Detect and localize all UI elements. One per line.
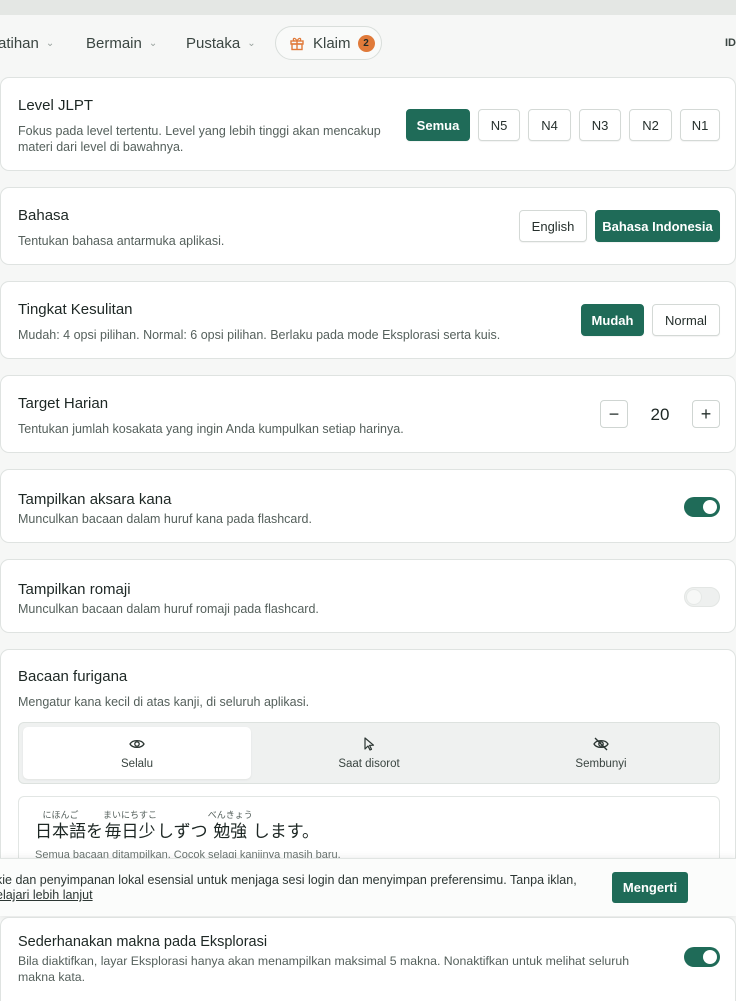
chevron-down-icon: ⌄	[247, 37, 256, 49]
jlpt-option-semua[interactable]: Semua	[406, 109, 470, 141]
card-title: Tingkat Kesulitan	[18, 301, 133, 318]
daily-target-card: Target Harian Tentukan jumlah kosakata y…	[0, 375, 736, 453]
top-strip	[0, 0, 736, 16]
jlpt-level-card: Level JLPT Fokus pada level tertentu. Le…	[0, 77, 736, 171]
ruby-word: べんきょう 勉強	[208, 809, 253, 843]
jlpt-option-n2[interactable]: N2	[629, 109, 672, 141]
ruby-base-part: 毎日	[104, 822, 139, 841]
preview-sentence: にほんご 日本語 を まいにちすこ 毎日少 しずつ べんきょう 勉強 します。	[35, 809, 319, 843]
ruby-text: まいにちすこ	[103, 810, 158, 820]
sentence-particle: を	[86, 822, 103, 841]
ruby-word: にほんご 日本語	[35, 809, 86, 843]
chevron-down-icon: ⌄	[45, 37, 55, 49]
segment-label: Saat disorot	[338, 758, 400, 770]
segment-label: Selalu	[121, 758, 153, 770]
furigana-option-saat-disorot[interactable]: Saat disorot	[255, 727, 483, 779]
card-title: Bacaan furigana	[18, 668, 128, 685]
ruby-text: べんきょう	[207, 810, 253, 820]
jlpt-option-n1[interactable]: N1	[680, 109, 720, 141]
decrement-button[interactable]: −	[600, 400, 628, 428]
sentence-text: します。	[252, 822, 320, 841]
language-option-bahasa-indonesia[interactable]: Bahasa Indonesia	[595, 210, 720, 242]
accept-cookie-button[interactable]: Mengerti	[612, 872, 688, 903]
furigana-option-selalu[interactable]: Selalu	[23, 727, 251, 779]
toggle-knob	[687, 590, 701, 604]
card-title: Level JLPT	[18, 97, 94, 114]
card-title: Tampilkan aksara kana	[18, 491, 172, 508]
show-romaji-card: Tampilkan romaji Munculkan bacaan dalam …	[0, 559, 736, 633]
card-desc: Mudah: 4 opsi pilihan. Normal: 6 opsi pi…	[18, 328, 501, 342]
card-title: Sederhanakan makna pada Eksplorasi	[18, 934, 268, 950]
card-title: Target Harian	[18, 395, 109, 412]
jlpt-option-n3[interactable]: N3	[579, 109, 621, 141]
card-title: Tampilkan romaji	[18, 581, 131, 598]
language-option-english[interactable]: English	[519, 210, 587, 242]
difficulty-option-mudah[interactable]: Mudah	[581, 304, 644, 336]
claim-label: Klaim	[313, 34, 351, 52]
cookie-text: kie dan penyimpanan lokal esensial untuk…	[0, 873, 577, 887]
difficulty-option-normal[interactable]: Normal	[652, 304, 720, 336]
nav-item-pustaka[interactable]: Pustaka ⌄	[186, 29, 256, 57]
ruby-base: 勉強	[213, 822, 248, 841]
desc-line: Fokus pada level tertentu. Level yang le…	[18, 124, 381, 138]
eye-off-icon	[593, 737, 609, 751]
sentence-text: しずつ	[157, 822, 208, 841]
nav-item-latihan[interactable]: atihan ⌄	[0, 29, 54, 57]
jlpt-option-n4[interactable]: N4	[528, 109, 571, 141]
jlpt-option-n5[interactable]: N5	[478, 109, 520, 141]
card-desc: Bila diaktifkan, layar Eksplorasi hanya …	[18, 953, 629, 985]
language-card: Bahasa Tentukan bahasa antarmuka aplikas…	[0, 187, 736, 265]
desc-line: Bila diaktifkan, layar Eksplorasi hanya …	[18, 954, 630, 968]
desc-line: materi dari level di bawahnya.	[18, 140, 184, 154]
language-switch[interactable]: ID	[725, 37, 736, 49]
furigana-option-sembunyi[interactable]: Sembunyi	[487, 727, 715, 779]
daily-target-value: 20	[650, 405, 670, 424]
simplify-meaning-card: Sederhanakan makna pada Eksplorasi Bila …	[0, 917, 736, 1001]
card-desc: Fokus pada level tertentu. Level yang le…	[18, 123, 381, 155]
learn-more-link[interactable]: elajari lebih lanjut	[0, 888, 93, 902]
top-strip-bar	[0, 0, 736, 15]
card-desc: Munculkan bacaan dalam huruf kana pada f…	[18, 512, 312, 526]
increment-button[interactable]: +	[692, 400, 720, 428]
show-kana-card: Tampilkan aksara kana Munculkan bacaan d…	[0, 469, 736, 543]
eye-icon	[129, 739, 145, 749]
top-navbar: atihan ⌄ Bermain ⌄ Pustaka ⌄ Klaim 2 ID	[0, 15, 736, 71]
nav-item-label: Pustaka	[186, 34, 241, 52]
claim-button[interactable]: Klaim 2	[275, 26, 382, 60]
show-romaji-toggle[interactable]	[684, 587, 720, 607]
toggle-knob	[703, 500, 717, 514]
card-desc: Munculkan bacaan dalam huruf romaji pada…	[18, 602, 319, 616]
simplify-meaning-toggle[interactable]	[684, 947, 720, 967]
toggle-knob	[703, 950, 717, 964]
card-title: Bahasa	[18, 207, 69, 224]
segment-label: Sembunyi	[575, 758, 627, 770]
chevron-down-icon: ⌄	[148, 37, 158, 49]
card-desc: Tentukan bahasa antarmuka aplikasi.	[18, 234, 225, 248]
card-desc: Mengatur kana kecil di atas kanji, di se…	[18, 695, 310, 709]
cookie-banner: kie dan penyimpanan lokal esensial untuk…	[0, 858, 736, 916]
ruby-base: 日本語	[35, 822, 86, 841]
nav-item-label: atihan	[0, 34, 39, 52]
cursor-icon	[364, 737, 375, 751]
show-kana-toggle[interactable]	[684, 497, 720, 517]
ruby-word: まいにちすこ 毎日少	[103, 809, 157, 843]
ruby-text: にほんご	[42, 810, 79, 820]
nav-item-bermain[interactable]: Bermain ⌄	[86, 29, 157, 57]
furigana-mode-segmented: Selalu Saat disorot Sembunyi	[18, 722, 720, 784]
nav-item-label: Bermain	[86, 34, 142, 52]
desc-line: makna kata.	[18, 970, 85, 984]
claim-count-badge: 2	[357, 34, 375, 52]
ruby-base-part: 少	[138, 822, 156, 841]
ruby-base: 毎日少	[105, 821, 156, 843]
gift-icon	[290, 37, 304, 51]
difficulty-card: Tingkat Kesulitan Mudah: 4 opsi pilihan.…	[0, 281, 736, 359]
card-desc: Tentukan jumlah kosakata yang ingin Anda…	[18, 422, 404, 436]
